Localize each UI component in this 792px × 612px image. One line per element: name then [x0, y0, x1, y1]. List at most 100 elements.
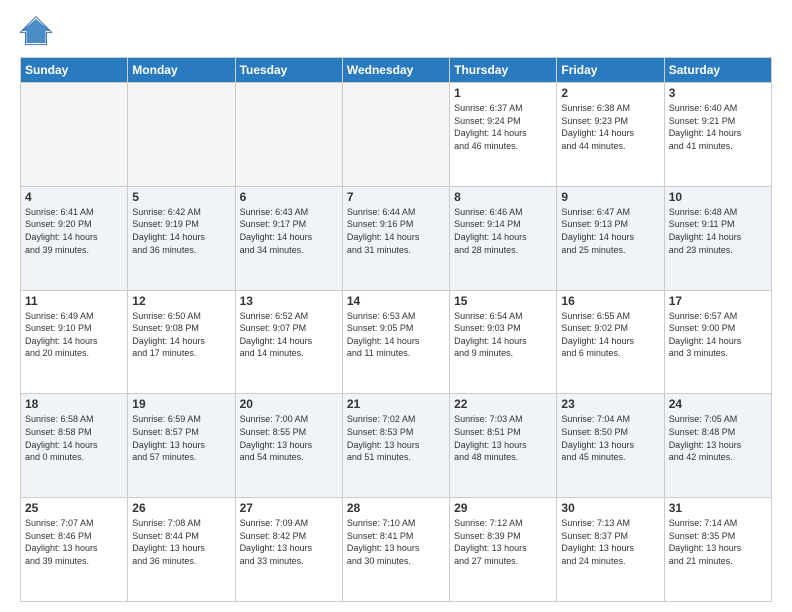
day-info: Sunrise: 6:42 AM Sunset: 9:19 PM Dayligh… [132, 206, 230, 256]
day-info: Sunrise: 6:49 AM Sunset: 9:10 PM Dayligh… [25, 310, 123, 360]
day-number: 10 [669, 190, 767, 204]
calendar-week-row: 25 Sunrise: 7:07 AM Sunset: 8:46 PM Dayli… [21, 498, 772, 602]
calendar-day-cell: 8 Sunrise: 6:46 AM Sunset: 9:14 PM Daylig… [450, 186, 557, 290]
day-number: 27 [240, 501, 338, 515]
day-info: Sunrise: 6:44 AM Sunset: 9:16 PM Dayligh… [347, 206, 445, 256]
day-number: 31 [669, 501, 767, 515]
day-info: Sunrise: 7:04 AM Sunset: 8:50 PM Dayligh… [561, 413, 659, 463]
day-of-week-header: Monday [128, 58, 235, 83]
calendar-day-cell: 25 Sunrise: 7:07 AM Sunset: 8:46 PM Dayli… [21, 498, 128, 602]
day-info: Sunrise: 7:07 AM Sunset: 8:46 PM Dayligh… [25, 517, 123, 567]
calendar-week-row: 1 Sunrise: 6:37 AM Sunset: 9:24 PM Daylig… [21, 83, 772, 187]
day-info: Sunrise: 6:48 AM Sunset: 9:11 PM Dayligh… [669, 206, 767, 256]
day-info: Sunrise: 7:05 AM Sunset: 8:48 PM Dayligh… [669, 413, 767, 463]
calendar-day-cell: 4 Sunrise: 6:41 AM Sunset: 9:20 PM Daylig… [21, 186, 128, 290]
day-number: 9 [561, 190, 659, 204]
day-of-week-header: Saturday [664, 58, 771, 83]
calendar-day-cell: 24Sunrise: 7:05 AM Sunset: 8:48 PM Dayli… [664, 394, 771, 498]
day-number: 17 [669, 294, 767, 308]
day-info: Sunrise: 6:38 AM Sunset: 9:23 PM Dayligh… [561, 102, 659, 152]
calendar-day-cell: 19 Sunrise: 6:59 AM Sunset: 8:57 PM Dayli… [128, 394, 235, 498]
calendar-day-cell: 5 Sunrise: 6:42 AM Sunset: 9:19 PM Daylig… [128, 186, 235, 290]
page: SundayMondayTuesdayWednesdayThursdayFrid… [0, 0, 792, 612]
calendar-day-cell: 2 Sunrise: 6:38 AM Sunset: 9:23 PM Daylig… [557, 83, 664, 187]
day-info: Sunrise: 6:55 AM Sunset: 9:02 PM Dayligh… [561, 310, 659, 360]
day-info: Sunrise: 6:59 AM Sunset: 8:57 PM Dayligh… [132, 413, 230, 463]
day-number: 2 [561, 86, 659, 100]
calendar-day-cell: 23 Sunrise: 7:04 AM Sunset: 8:50 PM Dayli… [557, 394, 664, 498]
day-number: 6 [240, 190, 338, 204]
day-number: 19 [132, 397, 230, 411]
day-number: 20 [240, 397, 338, 411]
day-number: 25 [25, 501, 123, 515]
day-info: Sunrise: 7:14 AM Sunset: 8:35 PM Dayligh… [669, 517, 767, 567]
calendar-week-row: 18 Sunrise: 6:58 AM Sunset: 8:58 PM Dayli… [21, 394, 772, 498]
day-number: 1 [454, 86, 552, 100]
days-of-week-row: SundayMondayTuesdayWednesdayThursdayFrid… [21, 58, 772, 83]
day-number: 18 [25, 397, 123, 411]
day-number: 12 [132, 294, 230, 308]
calendar-day-cell: 11 Sunrise: 6:49 AM Sunset: 9:10 PM Dayli… [21, 290, 128, 394]
calendar-day-cell: 13 Sunrise: 6:52 AM Sunset: 9:07 PM Dayli… [235, 290, 342, 394]
day-info: Sunrise: 7:08 AM Sunset: 8:44 PM Dayligh… [132, 517, 230, 567]
calendar-day-cell: 28 Sunrise: 7:10 AM Sunset: 8:41 PM Dayli… [342, 498, 449, 602]
day-info: Sunrise: 6:46 AM Sunset: 9:14 PM Dayligh… [454, 206, 552, 256]
calendar-day-cell: 31 Sunrise: 7:14 AM Sunset: 8:35 PM Dayli… [664, 498, 771, 602]
day-info: Sunrise: 7:10 AM Sunset: 8:41 PM Dayligh… [347, 517, 445, 567]
calendar-day-cell: 9 Sunrise: 6:47 AM Sunset: 9:13 PM Daylig… [557, 186, 664, 290]
day-info: Sunrise: 7:02 AM Sunset: 8:53 PM Dayligh… [347, 413, 445, 463]
day-info: Sunrise: 6:47 AM Sunset: 9:13 PM Dayligh… [561, 206, 659, 256]
calendar-day-cell: 16 Sunrise: 6:55 AM Sunset: 9:02 PM Dayli… [557, 290, 664, 394]
day-info: Sunrise: 6:43 AM Sunset: 9:17 PM Dayligh… [240, 206, 338, 256]
calendar-header: SundayMondayTuesdayWednesdayThursdayFrid… [21, 58, 772, 83]
calendar-day-cell: 22Sunrise: 7:03 AM Sunset: 8:51 PM Dayli… [450, 394, 557, 498]
day-of-week-header: Sunday [21, 58, 128, 83]
day-info: Sunrise: 7:00 AM Sunset: 8:55 PM Dayligh… [240, 413, 338, 463]
calendar-day-cell: 6 Sunrise: 6:43 AM Sunset: 9:17 PM Daylig… [235, 186, 342, 290]
calendar-week-row: 11 Sunrise: 6:49 AM Sunset: 9:10 PM Dayli… [21, 290, 772, 394]
calendar-day-cell: 15Sunrise: 6:54 AM Sunset: 9:03 PM Dayli… [450, 290, 557, 394]
calendar-day-cell: 21 Sunrise: 7:02 AM Sunset: 8:53 PM Dayli… [342, 394, 449, 498]
calendar-day-cell: 3 Sunrise: 6:40 AM Sunset: 9:21 PM Daylig… [664, 83, 771, 187]
day-number: 13 [240, 294, 338, 308]
calendar-day-cell [21, 83, 128, 187]
day-number: 11 [25, 294, 123, 308]
day-number: 7 [347, 190, 445, 204]
calendar-day-cell: 27 Sunrise: 7:09 AM Sunset: 8:42 PM Dayli… [235, 498, 342, 602]
day-number: 28 [347, 501, 445, 515]
day-info: Sunrise: 6:41 AM Sunset: 9:20 PM Dayligh… [25, 206, 123, 256]
calendar-day-cell: 17 Sunrise: 6:57 AM Sunset: 9:00 PM Dayli… [664, 290, 771, 394]
calendar-day-cell: 20 Sunrise: 7:00 AM Sunset: 8:55 PM Dayli… [235, 394, 342, 498]
day-number: 5 [132, 190, 230, 204]
day-number: 8 [454, 190, 552, 204]
day-of-week-header: Thursday [450, 58, 557, 83]
day-info: Sunrise: 6:58 AM Sunset: 8:58 PM Dayligh… [25, 413, 123, 463]
day-info: Sunrise: 7:13 AM Sunset: 8:37 PM Dayligh… [561, 517, 659, 567]
day-number: 14 [347, 294, 445, 308]
calendar-day-cell [128, 83, 235, 187]
day-info: Sunrise: 6:40 AM Sunset: 9:21 PM Dayligh… [669, 102, 767, 152]
calendar-day-cell [235, 83, 342, 187]
day-of-week-header: Friday [557, 58, 664, 83]
calendar-day-cell: 10 Sunrise: 6:48 AM Sunset: 9:11 PM Dayli… [664, 186, 771, 290]
calendar-day-cell: 1 Sunrise: 6:37 AM Sunset: 9:24 PM Daylig… [450, 83, 557, 187]
calendar-day-cell: 18 Sunrise: 6:58 AM Sunset: 8:58 PM Dayli… [21, 394, 128, 498]
day-info: Sunrise: 6:37 AM Sunset: 9:24 PM Dayligh… [454, 102, 552, 152]
calendar-day-cell: 26Sunrise: 7:08 AM Sunset: 8:44 PM Dayli… [128, 498, 235, 602]
day-number: 15 [454, 294, 552, 308]
day-info: Sunrise: 7:12 AM Sunset: 8:39 PM Dayligh… [454, 517, 552, 567]
day-info: Sunrise: 7:09 AM Sunset: 8:42 PM Dayligh… [240, 517, 338, 567]
calendar-table: SundayMondayTuesdayWednesdayThursdayFrid… [20, 57, 772, 602]
day-number: 23 [561, 397, 659, 411]
logo-icon [20, 15, 52, 47]
day-info: Sunrise: 6:52 AM Sunset: 9:07 PM Dayligh… [240, 310, 338, 360]
day-number: 16 [561, 294, 659, 308]
day-number: 3 [669, 86, 767, 100]
header [20, 15, 772, 47]
calendar-day-cell: 12Sunrise: 6:50 AM Sunset: 9:08 PM Dayli… [128, 290, 235, 394]
day-of-week-header: Wednesday [342, 58, 449, 83]
calendar-body: 1 Sunrise: 6:37 AM Sunset: 9:24 PM Daylig… [21, 83, 772, 602]
day-number: 21 [347, 397, 445, 411]
day-number: 4 [25, 190, 123, 204]
day-info: Sunrise: 6:57 AM Sunset: 9:00 PM Dayligh… [669, 310, 767, 360]
